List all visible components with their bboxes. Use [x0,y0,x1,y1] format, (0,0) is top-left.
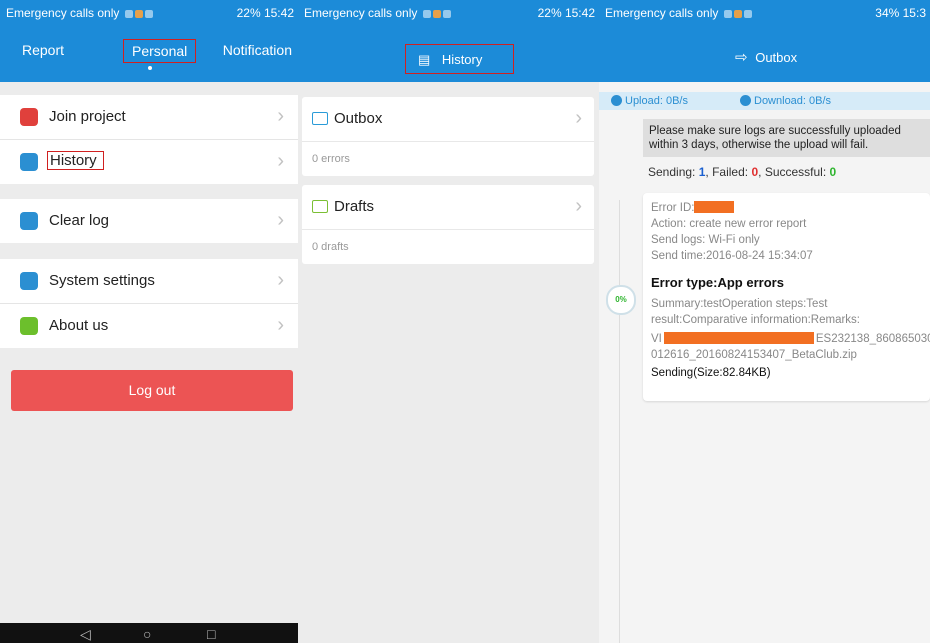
outbox-label: Outbox [334,110,383,127]
menu-label: History [47,151,104,170]
title-bar: ⇨ Outbox [599,26,930,82]
notification-icons [123,0,154,26]
upload-rate: Upload: 0B/s [611,92,688,110]
chevron-right-icon: › [277,209,284,231]
outbox-screen: Emergency calls only 34% 15:3 ⇨ Outbox U… [599,0,930,643]
personal-screen: Emergency calls only 22% 15:42 Report Pe… [0,0,298,643]
menu-item-system-settings[interactable]: System settings › [0,259,298,304]
history-screen: Emergency calls only 22% 15:42 ▤ History… [298,0,599,643]
drafts-label: Drafts [334,198,375,215]
upload-progress: 0% [606,285,636,315]
error-report-card[interactable]: Error ID: Action: create new error repor… [643,193,930,401]
home-icon[interactable]: ○ [143,627,151,641]
upload-counts: Sending: 1, Failed: 0, Successful: 0 [648,165,837,179]
transfer-rate-bar: Upload: 0B/s Download: 0B/s [599,92,930,110]
menu-label: Clear log [49,212,110,229]
error-file-line1: VI ES232138_860865030 [651,332,930,345]
page-title: Outbox [755,50,798,65]
tab-notification[interactable]: Notification [223,42,292,58]
timeline-line [619,200,620,643]
recents-icon[interactable]: □ [207,627,215,641]
sending-count: 1 [698,165,706,179]
outbox-title: ⇨ Outbox [735,44,797,72]
menu-label: About us [49,317,109,334]
back-icon[interactable]: ◁ [80,627,91,641]
notification-icons [421,0,452,26]
status-battery-time: 34% 15:3 [875,6,926,20]
menu-item-clear-log[interactable]: Clear log › [0,199,298,243]
successful-label: Successful: [764,165,827,179]
redacted-block [694,201,735,213]
history-title: ▤ History [405,44,514,74]
error-id: Error ID: [651,200,735,216]
top-tabs: Report Personal Notification [0,26,298,82]
history-icon [20,153,38,171]
notification-icons [722,0,753,26]
info-icon [20,317,38,335]
successful-count: 0 [829,165,837,179]
failed-count: 0 [751,165,759,179]
logout-button[interactable]: Log out [11,370,293,411]
status-bar: Emergency calls only 22% 15:42 [298,0,599,26]
menu-group-1: Join project › History › [0,95,298,184]
drafts-card[interactable]: Drafts › 0 drafts [302,185,594,264]
title-bar: ▤ History [298,26,599,82]
sending-label: Sending: [648,165,696,179]
outbox-count: 0 errors [312,153,350,165]
document-icon: ▤ [418,51,431,67]
status-bar: Emergency calls only 34% 15:3 [599,0,930,26]
trash-icon [20,212,38,230]
status-battery-time: 22% 15:42 [537,6,595,20]
status-carrier: Emergency calls only [6,6,120,20]
chevron-right-icon: › [277,269,284,291]
error-file-line2: 012616_20160824153407_BetaClub.zip [651,349,857,361]
error-action: Action: create new error report [651,218,807,230]
menu-item-join-project[interactable]: Join project › [0,95,298,140]
outbox-card[interactable]: Outbox › 0 errors [302,97,594,176]
menu-group-3: System settings › About us › [0,259,298,348]
error-summary: Summary:testOperation steps:Test result:… [651,298,860,326]
error-send-time: Send time:2016-08-24 15:34:07 [651,250,813,262]
menu-label: Join project [49,108,126,125]
android-nav-bar: ◁ ○ □ [0,623,298,643]
chevron-right-icon: › [277,314,284,336]
settings-icon [20,272,38,290]
error-send-logs: Send logs: Wi-Fi only [651,234,760,246]
chevron-right-icon: › [277,105,284,127]
menu-group-2: Clear log › [0,199,298,243]
chevron-right-icon: › [575,195,582,217]
status-carrier: Emergency calls only [605,6,719,20]
drafts-icon [312,200,328,213]
status-battery-time: 22% 15:42 [236,6,294,20]
menu-item-about-us[interactable]: About us › [0,304,298,348]
chevron-right-icon: › [277,150,284,172]
upload-notice: Please make sure logs are successfully u… [643,119,930,157]
page-title: History [441,51,483,67]
download-rate: Download: 0B/s [740,92,831,110]
error-sending-size: Sending(Size:82.84KB) [651,367,771,379]
menu-item-history[interactable]: History › [0,140,298,184]
status-carrier: Emergency calls only [304,6,418,20]
chart-icon [20,108,38,126]
outbox-icon: ⇨ [735,49,748,66]
outbox-icon [312,112,328,125]
redacted-block [663,332,814,344]
chevron-right-icon: › [575,107,582,129]
error-type: Error type:App errors [651,275,784,290]
download-icon [740,95,751,106]
drafts-count: 0 drafts [312,241,349,253]
status-bar: Emergency calls only 22% 15:42 [0,0,298,26]
failed-label: Failed: [712,165,749,179]
menu-label: System settings [49,272,155,289]
tab-indicator [148,66,152,70]
upload-icon [611,95,622,106]
tab-personal[interactable]: Personal [123,39,197,63]
tab-report[interactable]: Report [22,42,64,58]
